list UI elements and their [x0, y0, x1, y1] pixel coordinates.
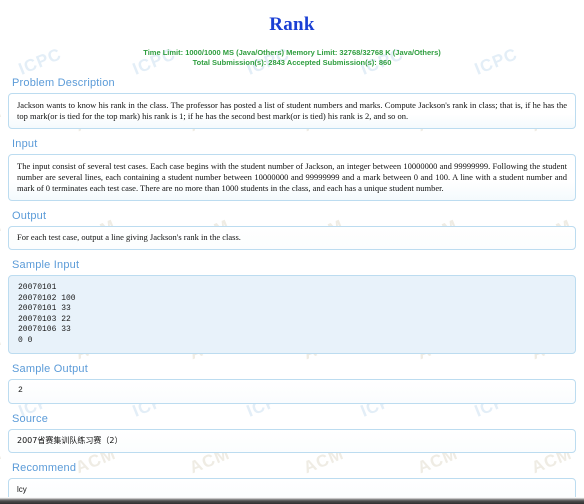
section-body-sample-input: 20070101 20070102 100 20070101 33 200701…: [8, 275, 576, 354]
section-sample-input: Sample Input 20070101 20070102 100 20070…: [8, 250, 576, 354]
section-header-input: Input: [12, 138, 38, 150]
section-body-source[interactable]: 2007省赛集训队练习赛（2）: [8, 428, 576, 453]
section-body-recommend[interactable]: lcy: [8, 477, 576, 497]
section-output: Output For each test case, output a line…: [8, 201, 576, 250]
window-bottom-edge: [0, 497, 584, 504]
section-body-sample-output: 2: [8, 379, 576, 404]
section-body-input: The input consist of several test cases.…: [8, 154, 576, 201]
section-input: Input The input consist of several test …: [8, 129, 576, 201]
section-source: Source 2007省赛集训队练习赛（2）: [8, 404, 576, 453]
section-header-recommend: Recommend: [12, 461, 77, 474]
section-header-problem-description: Problem Description: [12, 77, 115, 89]
page-title: Rank: [269, 14, 315, 35]
section-header-sample-input: Sample Input: [12, 259, 80, 271]
section-header-sample-output: Sample Output: [12, 363, 88, 375]
section-header-output: Output: [12, 210, 47, 222]
limits-line: Time Limit: 1000/1000 MS (Java/Others) M…: [143, 48, 441, 57]
section-body-output: For each test case, output a line giving…: [8, 226, 576, 250]
section-problem-description: Problem Description Jackson wants to kno…: [8, 68, 576, 129]
submissions-line: Total Submission(s): 2843 Accepted Submi…: [192, 58, 392, 67]
section-header-source: Source: [12, 412, 49, 425]
section-recommend: Recommend lcy: [8, 453, 576, 497]
section-body-problem-description: Jackson wants to know his rank in the cl…: [8, 93, 576, 129]
problem-page: Rank Time Limit: 1000/1000 MS (Java/Othe…: [0, 0, 584, 497]
section-sample-output: Sample Output 2: [8, 354, 576, 404]
problem-stats: Time Limit: 1000/1000 MS (Java/Others) M…: [0, 48, 584, 68]
